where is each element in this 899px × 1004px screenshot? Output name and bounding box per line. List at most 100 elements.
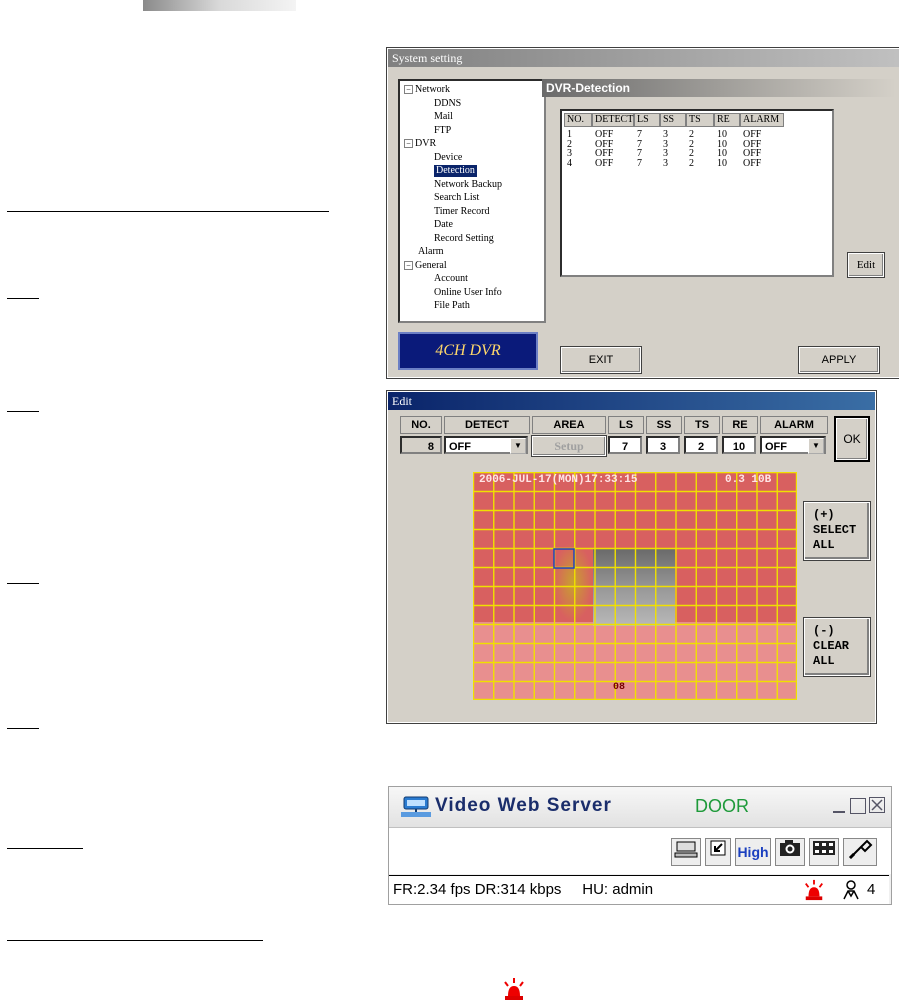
settings-icon[interactable]: [843, 838, 877, 866]
list-cell: 10: [717, 129, 727, 140]
chevron-down-icon[interactable]: ▼: [808, 438, 824, 454]
settings-tree[interactable]: − Network DDNS Mail FTP − DVR Device Detection Ne…: [398, 79, 546, 323]
list-cell: OFF: [743, 129, 762, 140]
tree-item[interactable]: Alarm: [418, 246, 444, 258]
clear-all-button[interactable]: (-) CLEAR ALL: [803, 617, 871, 677]
tree-item-label: Search List: [434, 192, 480, 203]
tree-item-label: Date: [434, 219, 453, 230]
list-column-header[interactable]: SS: [660, 113, 686, 127]
alarm-select[interactable]: OFF ▼: [760, 436, 826, 454]
tree-item[interactable]: Timer Record: [434, 206, 489, 218]
quality-button[interactable]: High: [735, 838, 771, 866]
re-field[interactable]: 10: [722, 436, 756, 454]
tree-item[interactable]: Record Setting: [434, 233, 494, 245]
col-header-ts: TS: [684, 416, 720, 434]
tree-item[interactable]: Device: [434, 152, 462, 164]
tree-item-label: Online User Info: [434, 286, 502, 298]
list-cell: OFF: [743, 148, 762, 159]
list-cell: OFF: [595, 129, 614, 140]
chevron-down-icon[interactable]: ▼: [510, 438, 526, 454]
select-all-sign: (+): [813, 508, 835, 522]
grid-cursor: [553, 548, 575, 569]
doc-underline: [7, 411, 39, 412]
tree-item-label: Account: [434, 273, 468, 284]
list-cell: 3: [663, 148, 668, 159]
area-setup-button[interactable]: Setup: [531, 435, 607, 457]
tree-item[interactable]: DDNS: [434, 98, 461, 110]
fullscreen-icon[interactable]: [705, 838, 731, 866]
tree-item-label: Device: [434, 151, 463, 163]
tree-item[interactable]: Search List: [434, 192, 479, 204]
alarm-light-icon: [805, 879, 823, 901]
status-text: FR:2.34 fps DR:314 kbps HU: admin: [393, 881, 654, 898]
dvr-logo: 4CH DVR: [398, 332, 538, 370]
alarm-light-icon: [504, 978, 524, 1000]
snapshot-icon[interactable]: [775, 838, 805, 866]
minimize-icon[interactable]: [833, 811, 845, 813]
detection-panel: DVR-Detection NO. DETECT LS SS TS RE ALARM 1 OFF…: [542, 79, 896, 319]
tree-item[interactable]: − General: [404, 260, 447, 272]
list-cell: 2: [689, 129, 694, 140]
list-cell: 10: [717, 148, 727, 159]
col-header-area: AREA: [532, 416, 606, 434]
network-icon: [401, 796, 431, 817]
close-icon[interactable]: [869, 797, 885, 813]
tree-item[interactable]: − Network: [404, 84, 450, 96]
tree-item[interactable]: Date: [434, 219, 453, 231]
list-cell: 2: [689, 148, 694, 159]
motion-area-grid[interactable]: 2006-JUL-17(MON)17:33:15 0.3 10B 08: [473, 472, 797, 700]
collapse-icon[interactable]: −: [404, 139, 413, 149]
system-setting-window: System setting − Network DDNS Mail FTP − DVR De…: [386, 47, 899, 379]
detection-list[interactable]: NO. DETECT LS SS TS RE ALARM 1 OFF 7 3 2 10 OFF 2 OFF 7 3…: [560, 109, 834, 277]
ls-field[interactable]: 7: [608, 436, 642, 454]
collapse-icon[interactable]: −: [404, 85, 413, 95]
user-icon: [843, 880, 859, 900]
apply-button[interactable]: APPLY: [798, 346, 880, 374]
app-title: Video Web Server: [435, 795, 612, 816]
select-all-line1: SELECT: [813, 523, 857, 537]
tree-item[interactable]: Mail: [434, 111, 453, 123]
list-cell: OFF: [595, 148, 614, 159]
tree-item-label: DDNS: [434, 97, 462, 109]
doc-underline: [7, 940, 263, 941]
tree-item[interactable]: Detection: [434, 165, 477, 177]
grid-lines: [473, 472, 797, 700]
collapse-icon[interactable]: −: [404, 260, 413, 270]
doc-underline: [7, 211, 329, 212]
edit-button[interactable]: Edit: [847, 252, 885, 278]
tree-item-label: Mail: [434, 111, 453, 122]
clear-all-sign: (-): [813, 624, 835, 638]
ts-field[interactable]: 2: [684, 436, 718, 454]
tree-item[interactable]: − DVR: [404, 138, 436, 150]
tree-item-label: Record Setting: [434, 232, 494, 244]
tree-item-label: Network: [415, 84, 450, 95]
ok-button[interactable]: OK: [834, 416, 870, 462]
list-column-header[interactable]: ALARM: [740, 113, 784, 127]
tree-item[interactable]: Network Backup: [434, 179, 502, 191]
select-all-button[interactable]: (+) SELECT ALL: [803, 501, 871, 561]
tree-item[interactable]: FTP: [434, 125, 451, 137]
tree-item[interactable]: Account: [434, 273, 468, 285]
list-column-header[interactable]: TS: [686, 113, 714, 127]
clear-all-line1: CLEAR: [813, 639, 850, 653]
maximize-icon[interactable]: [850, 798, 866, 814]
list-cell: 3: [567, 148, 572, 159]
list-column-header[interactable]: LS: [634, 113, 660, 127]
list-cell: 7: [637, 129, 642, 140]
detect-select[interactable]: OFF ▼: [444, 436, 528, 454]
tree-item[interactable]: Online User Info: [434, 287, 502, 299]
list-cell: 3: [663, 129, 668, 140]
ss-field[interactable]: 3: [646, 436, 680, 454]
col-header-ls: LS: [608, 416, 644, 434]
tree-item[interactable]: File Path: [434, 300, 470, 312]
camera-timestamp: 2006-JUL-17(MON)17:33:15: [479, 474, 638, 486]
record-icon[interactable]: [809, 838, 839, 866]
header-gradient-bar: [143, 0, 296, 11]
col-header-ss: SS: [646, 416, 682, 434]
col-header-alarm: ALARM: [760, 416, 828, 434]
list-column-header[interactable]: DETECT: [592, 113, 634, 127]
exit-button[interactable]: EXIT: [560, 346, 642, 374]
list-column-header[interactable]: RE: [714, 113, 740, 127]
network-icon[interactable]: [671, 838, 701, 866]
list-column-header[interactable]: NO.: [564, 113, 592, 127]
